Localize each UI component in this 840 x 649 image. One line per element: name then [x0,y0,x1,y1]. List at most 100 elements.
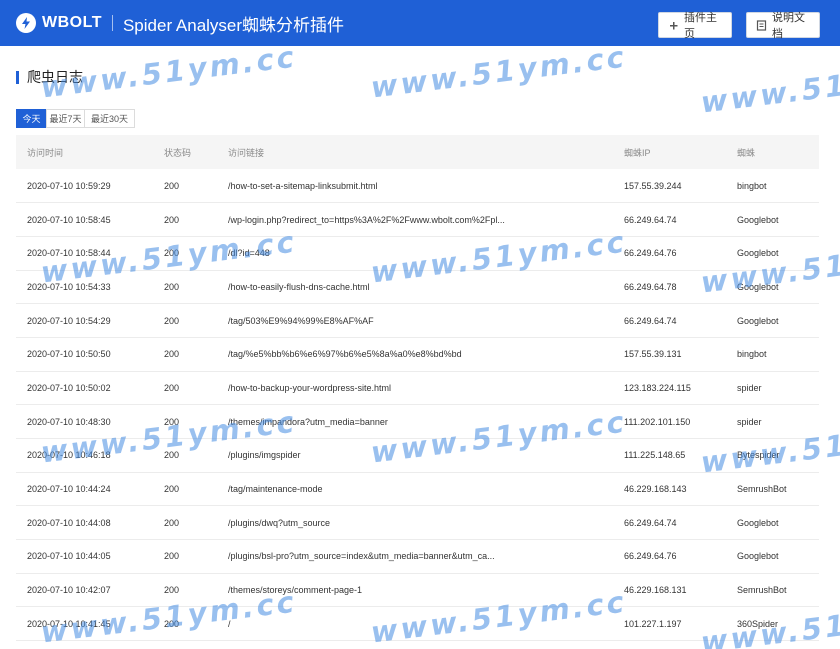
cell-ip: 66.249.64.74 [613,505,726,541]
cell-url[interactable]: /tag/%e5%bb%b6%e6%97%b6%e5%8a%a0%e8%bd%b… [217,337,613,372]
cell-time: 2020-07-10 10:44:05 [16,539,153,574]
section-title-bar [16,70,19,84]
cell-url[interactable]: /how-to-easily-flush-dns-cache.html [217,270,613,305]
table-row: 2020-07-10 10:58:44 200/dl?id=448 66.249.6… [16,236,819,271]
cell-time: 2020-07-10 10:54:33 [16,270,153,305]
cell-url[interactable]: /plugins/bsl-pro?utm_source=index&utm_me… [217,539,613,574]
cell-ip: 66.249.64.74 [613,303,726,338]
cell-status: 200 [153,303,217,338]
table-row: 2020-07-10 10:50:50 200/tag/%e5%bb%b6%e6%… [16,337,819,372]
cell-time: 2020-07-10 10:58:45 [16,202,153,237]
section-title-text: 爬虫日志 [27,69,83,85]
cell-status: 200 [153,539,217,574]
top-bar: WBOLT Spider Analyser蜘蛛分析插件 插件主页 说明文档 [0,0,840,46]
cell-status: 200 [153,438,217,473]
cell-ip: 111.202.101.150 [613,404,726,439]
cell-status: 200 [153,270,217,305]
cell-spider: 360Spider [726,606,819,642]
cell-spider: Googlebot [726,202,819,237]
cell-url[interactable]: /plugins/dwq?utm_source [217,505,613,541]
cell-ip: 46.229.168.131 [613,573,726,608]
cell-ip: 66.249.64.76 [613,539,726,574]
brand-name: WBOLT [42,14,102,31]
plugin-home-button[interactable]: 插件主页 [658,12,732,40]
cell-time: 2020-07-10 10:50:50 [16,337,153,372]
cell-ip: 66.249.64.74 [613,202,726,237]
table-row: 2020-07-10 10:58:45 200/wp-login.php?redi… [16,202,819,237]
cell-time: 2020-07-10 10:42:07 [16,573,153,608]
cell-ip: 157.55.39.131 [613,337,726,372]
cell-time: 2020-07-10 10:46:18 [16,438,153,473]
table-row: 2020-07-10 10:54:29 200/tag/503%E9%94%99%… [16,303,819,338]
cell-url[interactable]: /tag/maintenance-mode [217,472,613,507]
cell-time: 2020-07-10 10:59:29 [16,169,153,204]
cell-status: 200 [153,169,217,204]
table-row: 2020-07-10 10:50:02 200/how-to-backup-you… [16,371,819,406]
cell-spider: spider [726,371,819,406]
cell-ip: 101.227.1.197 [613,606,726,642]
cell-spider: Bytespider [726,438,819,473]
cell-time: 2020-07-10 10:50:02 [16,371,153,406]
column-header-time: 访问时间 [16,135,153,169]
cell-status: 200 [153,404,217,439]
header-divider [111,15,113,31]
table-row: 2020-07-10 10:44:24 200/tag/maintenance-m… [16,472,819,507]
cell-url[interactable]: /tag/503%E9%94%99%E8%AF%AF [217,303,613,338]
cell-status: 200 [153,505,217,541]
wbolt-logo-icon [16,13,36,33]
docs-button[interactable]: 说明文档 [746,12,820,40]
section-title: 爬虫日志 [16,69,83,85]
table-header-row: 访问时间 状态码 访问链接 蜘蛛IP 蜘蛛 [16,135,819,169]
spider-log-table: 访问时间 状态码 访问链接 蜘蛛IP 蜘蛛 2020-07-10 10:59:2… [16,135,819,642]
cell-spider: spider [726,404,819,439]
cell-url[interactable]: /dl?id=448 [217,236,613,271]
cell-spider: Googlebot [726,236,819,271]
tab-today[interactable]: 今天 [16,109,47,128]
cell-spider: bingbot [726,169,819,204]
cell-url[interactable]: /plugins/imgspider [217,438,613,473]
docs-label: 说明文档 [772,12,805,40]
cell-spider: SemrushBot [726,472,819,507]
app-title: Spider Analyser蜘蛛分析插件 [122,15,345,35]
cell-status: 200 [153,371,217,406]
column-header-ip: 蜘蛛IP [613,135,726,169]
cell-url[interactable]: / [217,606,613,642]
cell-time: 2020-07-10 10:44:08 [16,505,153,541]
tab-last-7-days[interactable]: 最近7天 [46,109,85,128]
cell-time: 2020-07-10 10:58:44 [16,236,153,271]
table-row: 2020-07-10 10:54:33 200/how-to-easily-flu… [16,270,819,305]
cell-spider: Googlebot [726,303,819,338]
cell-time: 2020-07-10 10:41:45 [16,606,153,642]
table-row: 2020-07-10 10:41:45 200/101.227.1.197 360S… [16,606,819,642]
cell-spider: Googlebot [726,539,819,574]
log-panel: 爬虫日志 今天 最近7天 最近30天 访问时间 状态码 访问链接 蜘蛛IP 蜘蛛… [0,46,840,649]
column-header-status: 状态码 [153,135,217,169]
tab-last-30-days[interactable]: 最近30天 [84,109,135,128]
cell-spider: SemrushBot [726,573,819,608]
cell-time: 2020-07-10 10:48:30 [16,404,153,439]
cell-status: 200 [153,606,217,642]
table-row: 2020-07-10 10:48:30 200/themes/impandora?… [16,404,819,439]
cell-url[interactable]: /themes/impandora?utm_media=banner [217,404,613,439]
cell-url[interactable]: /themes/storeys/comment-page-1 [217,573,613,608]
cell-url[interactable]: /how-to-backup-your-wordpress-site.html [217,371,613,406]
date-range-tabs: 今天 最近7天 最近30天 [16,109,135,128]
table-row: 2020-07-10 10:44:05 200/plugins/bsl-pro?u… [16,539,819,574]
cell-status: 200 [153,202,217,237]
cell-spider: bingbot [726,337,819,372]
cell-ip: 157.55.39.244 [613,169,726,204]
table-row: 2020-07-10 10:59:29 200/how-to-set-a-site… [16,169,819,204]
table-body: 2020-07-10 10:59:29 200/how-to-set-a-site… [16,169,819,642]
cell-spider: Googlebot [726,505,819,541]
cell-url[interactable]: /how-to-set-a-sitemap-linksubmit.html [217,169,613,204]
cell-time: 2020-07-10 10:44:24 [16,472,153,507]
cell-url[interactable]: /wp-login.php?redirect_to=https%3A%2F%2F… [217,202,613,237]
cell-ip: 66.249.64.78 [613,270,726,305]
table-row: 2020-07-10 10:42:07 200/themes/storeys/co… [16,573,819,608]
cell-ip: 66.249.64.76 [613,236,726,271]
cell-status: 200 [153,337,217,372]
column-header-spider: 蜘蛛 [726,135,819,169]
table-row: 2020-07-10 10:44:08 200/plugins/dwq?utm_s… [16,505,819,541]
cell-ip: 123.183.224.115 [613,371,726,406]
plugin-home-label: 插件主页 [684,12,717,40]
